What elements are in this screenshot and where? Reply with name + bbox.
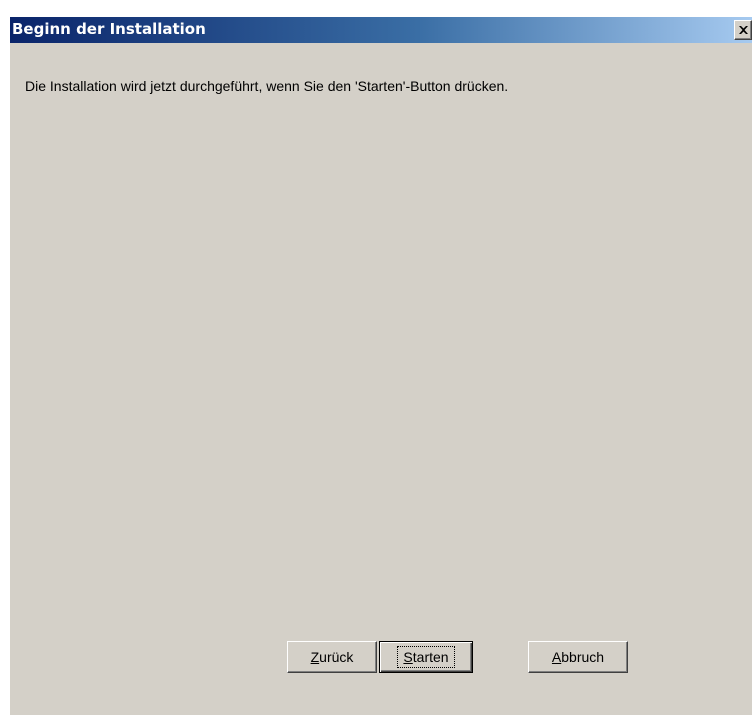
close-button[interactable] bbox=[734, 20, 752, 40]
close-icon bbox=[739, 26, 748, 34]
focus-rectangle: Starten bbox=[397, 646, 455, 668]
cancel-button[interactable]: Abbruch bbox=[528, 641, 628, 673]
start-label-rest: tarten bbox=[412, 649, 449, 665]
window-title: Beginn der Installation bbox=[12, 20, 206, 38]
start-mnemonic: S bbox=[403, 649, 413, 665]
cancel-label-rest: bbruch bbox=[561, 648, 605, 665]
back-label-rest: urück bbox=[319, 648, 354, 665]
back-button[interactable]: Zurück bbox=[287, 641, 377, 673]
cancel-mnemonic: A bbox=[551, 648, 562, 665]
instruction-text: Die Installation wird jetzt durchgeführt… bbox=[25, 78, 509, 94]
title-bar[interactable]: Beginn der Installation bbox=[10, 17, 752, 43]
start-button[interactable]: Starten bbox=[379, 641, 473, 673]
installer-window: Beginn der Installation Die Installation… bbox=[9, 16, 752, 715]
back-mnemonic: Z bbox=[310, 648, 320, 665]
